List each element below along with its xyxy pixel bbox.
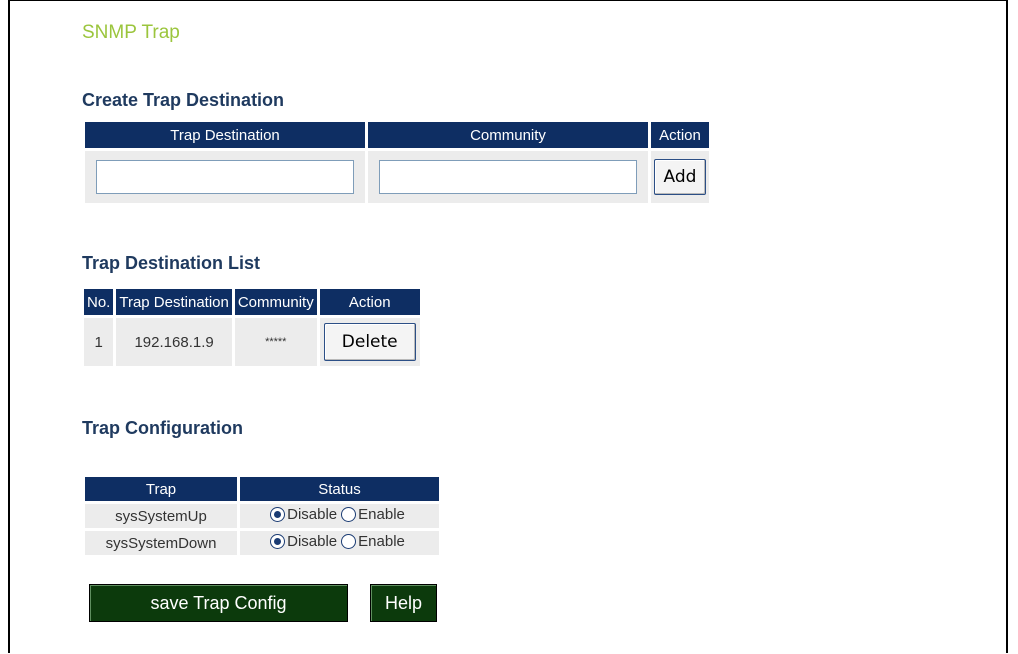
delete-button[interactable]: Delete xyxy=(323,323,416,361)
trap-destination-input[interactable] xyxy=(96,160,354,194)
table-row: 1 192.168.1.9 ***** Delete xyxy=(84,318,420,366)
sys-down-disable-label: Disable xyxy=(287,533,338,550)
create-table: Trap Destination Community Action Add xyxy=(82,119,712,206)
sys-down-enable-label: Enable xyxy=(358,533,405,550)
list-section-title: Trap Destination List xyxy=(82,253,261,273)
header-community: Community xyxy=(368,122,648,148)
status-cell-sys-up: Disable Enable xyxy=(240,504,439,528)
destination-list-table: No. Trap Destination Community Action 1 … xyxy=(81,286,423,369)
config-header-trap: Trap xyxy=(85,477,237,501)
row-no: 1 xyxy=(84,318,114,366)
row-action-cell: Delete xyxy=(319,318,420,366)
create-section-title: Create Trap Destination xyxy=(82,90,285,110)
list-header-destination: Trap Destination xyxy=(116,289,232,315)
community-input[interactable] xyxy=(379,160,637,194)
config-header-status: Status xyxy=(240,477,439,501)
community-cell xyxy=(368,151,648,203)
destination-cell xyxy=(85,151,365,203)
sys-down-enable-radio[interactable] xyxy=(341,534,357,549)
row-destination: 192.168.1.9 xyxy=(116,318,232,366)
help-button[interactable]: Help xyxy=(370,584,437,622)
sys-up-disable-label: Disable xyxy=(287,506,338,523)
trap-config-table: Trap Status sysSystemUp Disable Enable s… xyxy=(82,474,442,558)
status-cell-sys-down: Disable Enable xyxy=(240,531,439,555)
trap-name-sys-up: sysSystemUp xyxy=(85,504,237,528)
page-title: SNMP Trap xyxy=(82,22,180,43)
sys-up-enable-radio[interactable] xyxy=(341,507,357,522)
list-header-no: No. xyxy=(84,289,114,315)
header-trap-destination: Trap Destination xyxy=(85,122,365,148)
config-section-title: Trap Configuration xyxy=(82,418,243,438)
sys-down-disable-radio[interactable] xyxy=(270,534,286,549)
list-header-action: Action xyxy=(319,289,420,315)
sys-up-enable-label: Enable xyxy=(358,506,405,523)
list-header-community: Community xyxy=(234,289,317,315)
save-trap-config-button[interactable]: save Trap Config xyxy=(89,584,348,622)
table-row: sysSystemDown Disable Enable xyxy=(85,531,439,555)
trap-name-sys-down: sysSystemDown xyxy=(85,531,237,555)
row-community: ***** xyxy=(234,318,317,366)
header-action: Action xyxy=(651,122,709,148)
sys-up-disable-radio[interactable] xyxy=(270,507,286,522)
add-cell: Add xyxy=(651,151,709,203)
table-row: sysSystemUp Disable Enable xyxy=(85,504,439,528)
add-button[interactable]: Add xyxy=(654,159,706,195)
